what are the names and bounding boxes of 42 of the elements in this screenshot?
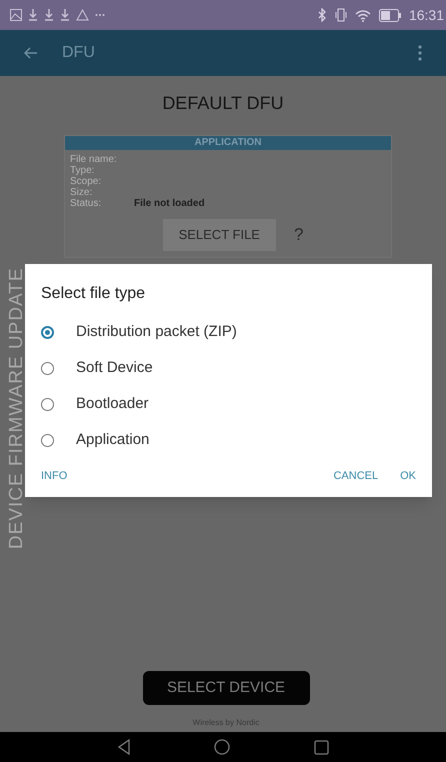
battery-icon — [378, 8, 401, 22]
back-nav-button[interactable] — [118, 739, 130, 755]
info-button[interactable]: INFO — [41, 468, 334, 484]
home-nav-button[interactable] — [214, 739, 230, 755]
radio-option[interactable]: Bootloader — [41, 386, 416, 422]
recents-nav-button[interactable] — [314, 740, 328, 754]
status-time: 16:31 — [408, 6, 444, 24]
download-icon — [60, 9, 70, 21]
page-title: DEFAULT DFU — [162, 92, 284, 115]
select-file-button[interactable]: SELECT FILE — [162, 219, 276, 250]
bluetooth-icon — [316, 8, 327, 22]
radio-option[interactable]: Soft Device — [41, 350, 416, 386]
download-icon — [44, 9, 54, 21]
more-vertical-icon — [418, 45, 422, 61]
warning-icon — [76, 9, 89, 21]
app-title: DFU — [62, 43, 96, 63]
dialog-title: Select file type — [41, 284, 146, 304]
card-header: APPLICATION — [65, 136, 391, 150]
wifi-icon — [354, 8, 371, 22]
cancel-button[interactable]: CANCEL — [333, 468, 378, 484]
circle-icon — [214, 739, 230, 755]
field-label: Size: — [70, 187, 94, 198]
radio-option[interactable]: Application — [41, 422, 416, 458]
select-device-button[interactable]: SELECT DEVICE — [142, 671, 310, 705]
side-label: DEVICE FIRMWARE UPDATE — [4, 266, 28, 552]
field-label: Type: — [70, 165, 96, 176]
radio-option[interactable]: Distribution packet (ZIP) — [41, 314, 416, 350]
field-label: File name: — [70, 154, 118, 165]
field-label: Scope: — [70, 176, 102, 187]
triangle-icon — [118, 739, 130, 755]
image-icon — [10, 9, 22, 21]
field-label: Status: — [70, 198, 102, 209]
field-value: File not loaded — [134, 198, 205, 209]
back-icon — [24, 47, 38, 59]
vibrate-icon — [334, 8, 347, 22]
overflow-menu-button[interactable] — [418, 45, 422, 61]
help-mark: ? — [294, 224, 304, 246]
back-button[interactable] — [24, 47, 38, 59]
ok-button[interactable]: OK — [400, 468, 416, 484]
more-icon — [95, 13, 105, 17]
square-icon — [314, 740, 328, 754]
download-icon — [28, 9, 38, 21]
